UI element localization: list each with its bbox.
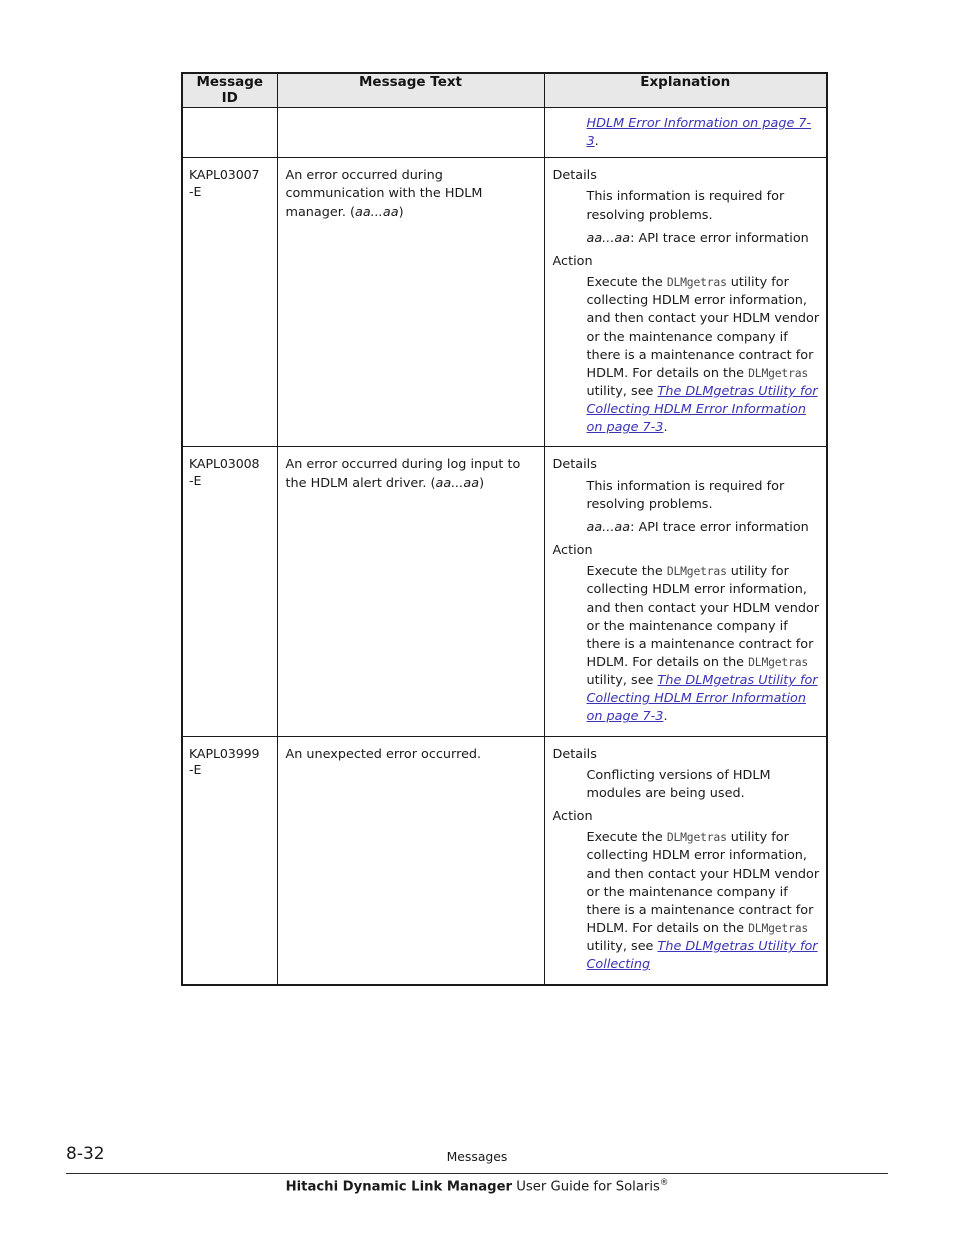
message-text-variable: aa...aa [354, 204, 399, 220]
message-text-post: ) [398, 204, 404, 220]
action-text-pre: Execute the [586, 564, 667, 580]
table-row: KAPL03008 -E An error occurred during lo… [181, 446, 828, 737]
details-paragraph-2: aa...aa: API trace error information [587, 230, 821, 248]
action-text-post: utility, see [586, 673, 658, 689]
footer-divider [66, 1173, 888, 1174]
cell-message-id: KAPL03008 -E [181, 446, 278, 737]
details-variable-description: : API trace error information [630, 519, 809, 535]
cell-message-id-empty [181, 106, 278, 159]
details-variable: aa...aa [586, 230, 631, 246]
action-paragraph: Execute the DLMgetras utility for collec… [587, 829, 821, 974]
cell-explanation: Details This information is required for… [543, 446, 828, 737]
guide-title-bold: Hitachi Dynamic Link Manager [285, 1179, 513, 1195]
details-paragraph-1: This information is required for resolvi… [586, 189, 785, 223]
message-id-line2: -E [189, 183, 202, 199]
message-text-pre: An error occurred during log input to th… [285, 457, 521, 491]
guide-title: Hitachi Dynamic Link Manager User Guide … [0, 1178, 954, 1194]
action-paragraph: Execute the DLMgetras utility for collec… [587, 563, 821, 726]
action-paragraph: Execute the DLMgetras utility for collec… [587, 274, 821, 437]
column-header-message-id-line1: Message [196, 74, 264, 90]
action-text-end: . [663, 420, 668, 436]
action-text-end: . [663, 709, 668, 725]
cell-message-id: KAPL03007 -E [181, 157, 278, 448]
details-label: Details [552, 746, 597, 762]
table-row: KAPL03007 -E An error occurred during co… [181, 157, 828, 448]
details-variable-description: : API trace error information [630, 230, 809, 246]
column-header-message-text: Message Text [276, 72, 545, 108]
message-text-pre: An unexpected error occurred. [285, 746, 482, 762]
utility-name-1: DLMgetras [666, 564, 727, 579]
guide-title-rest: User Guide for Solaris [512, 1179, 660, 1195]
action-text-pre: Execute the [586, 830, 667, 846]
table-row-continuation: HDLM Error Information on page 7-3. [181, 106, 828, 159]
action-text-pre: Execute the [586, 275, 667, 291]
cell-message-text-empty [276, 106, 545, 159]
cell-message-text: An error occurred during log input to th… [276, 446, 545, 737]
details-label: Details [552, 168, 597, 184]
action-text-post: utility, see [586, 939, 658, 955]
message-text-post: ) [479, 475, 485, 491]
action-label: Action [552, 809, 593, 825]
message-reference-table: Message ID Message Text Explanation HDLM… [181, 72, 828, 986]
table-header-row: Message ID Message Text Explanation [181, 72, 828, 108]
details-paragraph-1: Conflicting versions of HDLM modules are… [586, 767, 771, 801]
table-row: KAPL03999 -E An unexpected error occurre… [181, 735, 828, 986]
action-label: Action [552, 543, 593, 559]
details-label: Details [552, 457, 597, 473]
chapter-title: Messages [446, 1149, 508, 1164]
utility-name-2: DLMgetras [748, 365, 809, 380]
message-id-line1: KAPL03007 [189, 167, 260, 183]
cell-explanation-continued: HDLM Error Information on page 7-3. [543, 106, 828, 159]
message-id-line2: -E [189, 473, 202, 489]
column-header-message-id: Message ID [181, 72, 278, 108]
cell-message-text: An unexpected error occurred. [276, 735, 545, 986]
message-id-line2: -E [189, 762, 202, 778]
cell-explanation: Details Conflicting versions of HDLM mod… [543, 735, 828, 986]
utility-name-2: DLMgetras [748, 655, 809, 669]
message-id-line1: KAPL03999 [189, 745, 260, 761]
details-paragraph-1: This information is required for resolvi… [586, 478, 785, 512]
registered-trademark-symbol: ® [659, 1178, 669, 1188]
continued-reference-paragraph: HDLM Error Information on page 7-3. [587, 115, 821, 151]
utility-name-1: DLMgetras [666, 275, 727, 290]
continued-reference-trailing: . [594, 134, 599, 150]
cell-message-text: An error occurred during communication w… [276, 157, 545, 448]
column-header-explanation: Explanation [543, 72, 828, 108]
utility-name-2: DLMgetras [748, 921, 809, 936]
action-text-post: utility, see [586, 383, 658, 399]
cross-reference-link[interactable]: HDLM Error Information on page 7-3 [587, 116, 812, 149]
column-header-message-id-line2: ID [221, 90, 238, 107]
cell-explanation: Details This information is required for… [543, 157, 828, 448]
utility-name-1: DLMgetras [666, 830, 727, 845]
message-text-variable: aa...aa [435, 475, 480, 491]
message-id-line1: KAPL03008 [189, 456, 260, 472]
details-paragraph-2: aa...aa: API trace error information [587, 519, 821, 537]
page-footer: 8-32 Messages Hitachi Dynamic Link Manag… [0, 1140, 954, 1220]
cell-message-id: KAPL03999 -E [181, 735, 278, 986]
action-label: Action [552, 253, 593, 269]
details-variable: aa...aa [586, 519, 631, 535]
